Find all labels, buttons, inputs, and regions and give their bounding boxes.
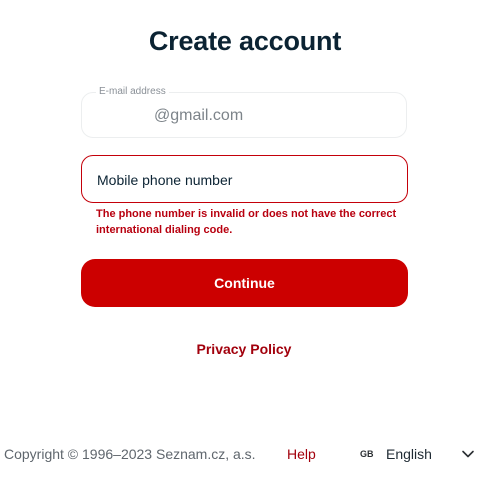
language-name: English [386,446,432,462]
email-field[interactable]: E-mail address @gmail.com [81,85,407,138]
email-field-value: @gmail.com [154,107,244,124]
phone-error-message: The phone number is invalid or does not … [96,208,397,236]
email-field-label: E-mail address [96,85,169,99]
chevron-down-icon [462,450,474,458]
phone-field-placeholder: Mobile phone number [97,172,233,188]
footer-copyright: Copyright © 1996–2023 Seznam.cz, a.s. [4,446,256,462]
email-redaction [90,101,156,131]
help-link[interactable]: Help [287,445,316,463]
phone-field[interactable]: Mobile phone number [81,155,408,203]
language-code: GB [360,449,374,459]
page-title: Create account [148,26,342,56]
privacy-policy-link[interactable]: Privacy Policy [0,340,488,358]
continue-button[interactable]: Continue [81,259,408,307]
language-select[interactable]: GB English [360,443,475,465]
